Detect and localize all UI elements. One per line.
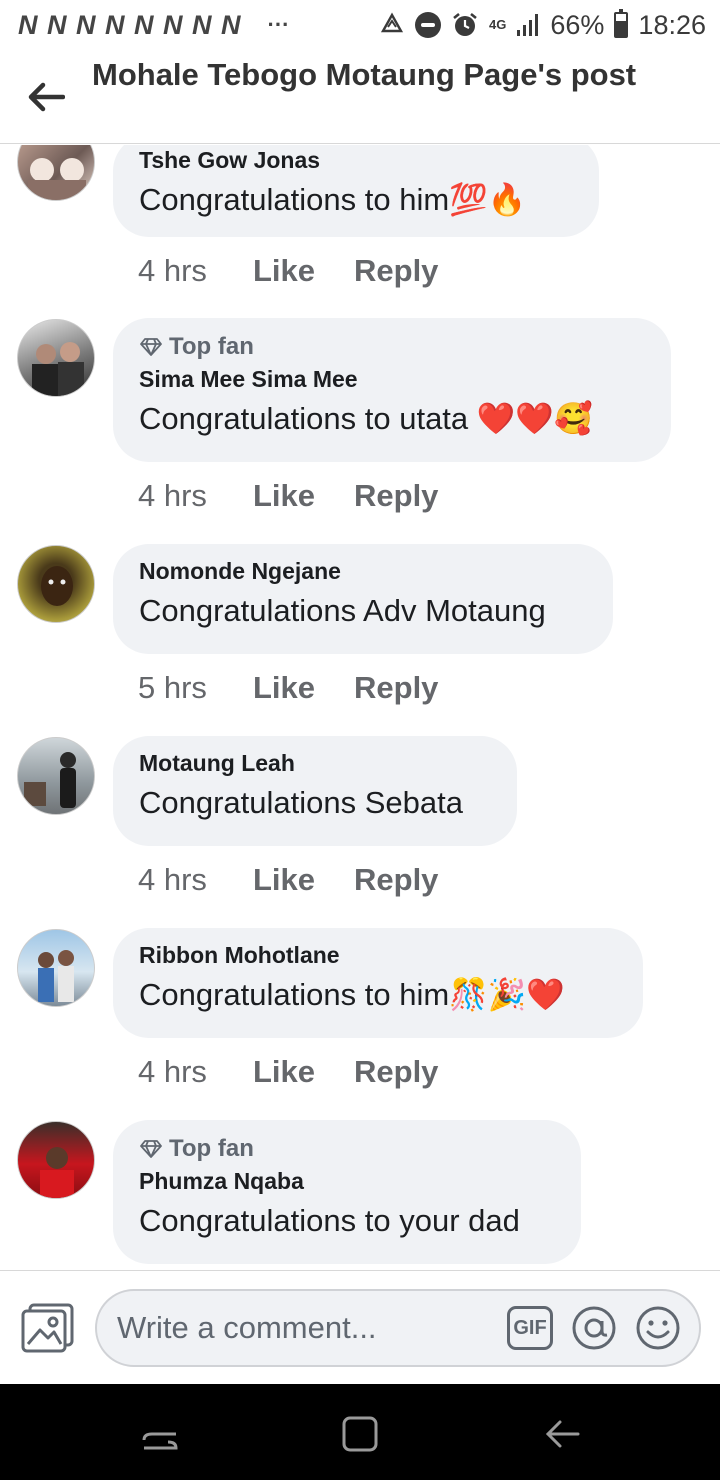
top-fan-badge: Top fan — [139, 1132, 555, 1166]
avatar[interactable] — [17, 1121, 95, 1199]
recycle-icon — [379, 12, 405, 38]
top-fan-badge: Top fan — [139, 330, 645, 364]
reply-button[interactable]: Reply — [354, 862, 438, 898]
notification-icons: N N N N N N N N — [18, 9, 242, 40]
comment-text: Congratulations to him💯🔥 — [139, 182, 527, 217]
photo-icon — [21, 1303, 74, 1353]
comment-actions: 4 hrs Like Reply — [138, 860, 438, 900]
comment-text: Congratulations Adv Motaung — [139, 593, 546, 628]
like-button[interactable]: Like — [253, 1054, 354, 1090]
avatar[interactable] — [17, 545, 95, 623]
avatar[interactable] — [17, 737, 95, 815]
avatar[interactable] — [17, 145, 95, 201]
recents-icon — [142, 1432, 178, 1450]
back-arrow-icon — [28, 82, 65, 112]
reply-button[interactable]: Reply — [354, 1054, 438, 1090]
comment-author[interactable]: Tshe Gow Jonas — [139, 145, 573, 178]
comment-actions: 4 hrs Like Reply — [138, 1052, 438, 1092]
photo-attach-button[interactable] — [20, 1302, 76, 1354]
at-sign-icon — [572, 1306, 616, 1350]
like-button[interactable]: Like — [253, 478, 354, 514]
comment-timestamp[interactable]: 4 hrs — [138, 478, 253, 514]
avatar[interactable] — [17, 319, 95, 397]
avatar[interactable] — [17, 929, 95, 1007]
comment-bubble[interactable]: Ribbon Mohotlane Congratulations to him🎊… — [113, 928, 643, 1038]
comment-actions: 4 hrs Like Reply — [138, 251, 438, 291]
top-fan-label: Top fan — [169, 333, 254, 360]
comment-bubble[interactable]: Motaung Leah Congratulations Sebata — [113, 736, 517, 846]
home-icon — [342, 1416, 378, 1452]
page-title: Mohale Tebogo Motaung Page's post — [92, 57, 637, 92]
like-button[interactable]: Like — [253, 670, 354, 706]
reply-button[interactable]: Reply — [354, 253, 438, 289]
reply-button[interactable]: Reply — [354, 670, 438, 706]
back-nav-icon — [545, 1420, 580, 1448]
comment-composer: GIF — [0, 1270, 720, 1384]
diamond-icon — [140, 338, 162, 356]
comment-timestamp[interactable]: 4 hrs — [138, 862, 253, 898]
reply-button[interactable]: Reply — [354, 478, 438, 514]
smiley-icon — [636, 1306, 680, 1350]
clock: 18:26 — [638, 9, 706, 40]
comment-bubble[interactable]: Top fan Sima Mee Sima Mee Congratulation… — [113, 318, 671, 462]
comment-bubble[interactable]: Tshe Gow Jonas Congratulations to him💯🔥 — [113, 145, 599, 237]
like-button[interactable]: Like — [253, 862, 354, 898]
signal-icon — [516, 12, 540, 38]
comment-author[interactable]: Phumza Nqaba — [139, 1166, 555, 1199]
recents-button[interactable] — [140, 1414, 180, 1454]
comment-actions: 4 hrs Like Reply — [138, 476, 438, 516]
more-notifications-indicator: ··· — [267, 12, 290, 37]
comment-timestamp[interactable]: 4 hrs — [138, 1054, 253, 1090]
comment-author[interactable]: Sima Mee Sima Mee — [139, 364, 645, 397]
comment-box: GIF — [95, 1289, 701, 1367]
alarm-icon — [451, 11, 479, 39]
emoji-button[interactable] — [635, 1305, 681, 1351]
do-not-disturb-icon — [415, 12, 442, 38]
comment-author[interactable]: Nomonde Ngejane — [139, 556, 587, 589]
like-button[interactable]: Like — [253, 253, 354, 289]
gif-button[interactable]: GIF — [507, 1306, 553, 1350]
network-type-label: 4G — [489, 17, 507, 32]
status-bar: N N N N N N N N ··· 4G 66% 18:26 — [0, 0, 720, 50]
mention-button[interactable] — [571, 1305, 617, 1351]
battery-icon — [614, 9, 629, 38]
page-header: Mohale Tebogo Motaung Page's post — [0, 50, 720, 144]
back-button[interactable] — [0, 50, 92, 144]
comment-timestamp[interactable]: 5 hrs — [138, 670, 253, 706]
battery-percent: 66% — [550, 9, 605, 40]
comment-timestamp[interactable]: 4 hrs — [138, 253, 253, 289]
comment-bubble[interactable]: Top fan Phumza Nqaba Congratulations to … — [113, 1120, 581, 1264]
comment-text: Congratulations Sebata — [139, 785, 464, 820]
home-button[interactable] — [340, 1414, 380, 1454]
back-nav-button[interactable] — [542, 1414, 582, 1454]
system-nav-bar — [0, 1384, 720, 1480]
comment-bubble[interactable]: Nomonde Ngejane Congratulations Adv Mota… — [113, 544, 613, 654]
comment-author[interactable]: Ribbon Mohotlane — [139, 940, 617, 973]
comment-actions: 5 hrs Like Reply — [138, 668, 438, 708]
comment-author[interactable]: Motaung Leah — [139, 748, 491, 781]
comment-input[interactable] — [117, 1310, 497, 1346]
comment-text: Congratulations to utata ❤️❤️🥰 — [139, 401, 593, 436]
comments-list: Tshe Gow Jonas Congratulations to him💯🔥 … — [0, 145, 720, 1269]
diamond-icon — [140, 1140, 162, 1158]
top-fan-label: Top fan — [169, 1135, 254, 1162]
comment-text: Congratulations to your dad — [139, 1203, 520, 1238]
comment-text: Congratulations to him🎊🎉❤️ — [139, 977, 565, 1012]
